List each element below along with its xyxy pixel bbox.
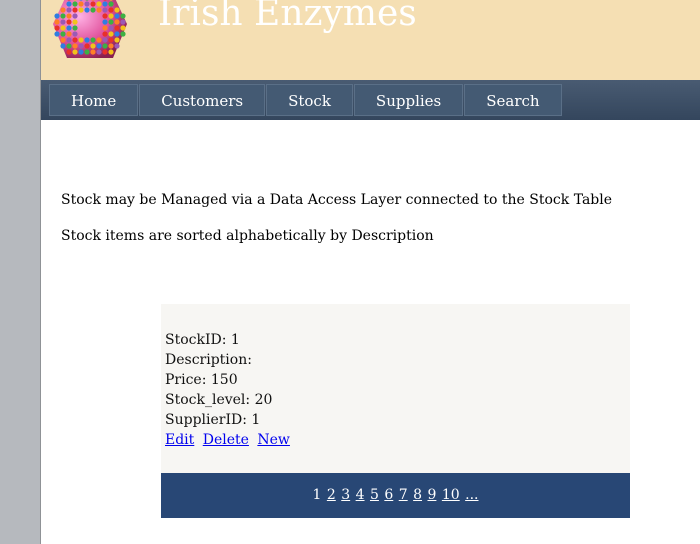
stock-record-panel: StockID: 1 Description: Price: 150 Stock… xyxy=(161,304,630,473)
pager-current-page: 1 xyxy=(312,487,322,503)
pager-link[interactable]: 3 xyxy=(341,487,350,503)
edit-link[interactable]: Edit xyxy=(165,432,194,448)
enzyme-logo xyxy=(53,0,127,58)
pager-link[interactable]: 5 xyxy=(370,487,379,503)
field-supplierid: SupplierID: 1 xyxy=(165,412,261,428)
left-frame-strip xyxy=(0,0,41,544)
intro-text-sorted: Stock items are sorted alphabetically by… xyxy=(61,228,434,244)
pager-link[interactable]: 8 xyxy=(413,487,422,503)
nav-home[interactable]: Home xyxy=(49,84,139,116)
nav-supplies[interactable]: Supplies xyxy=(353,84,464,116)
field-price: Price: 150 xyxy=(165,372,238,388)
pager-link[interactable]: 4 xyxy=(356,487,365,503)
field-stock-level: Stock_level: 20 xyxy=(165,392,273,408)
pager-link[interactable]: 7 xyxy=(399,487,408,503)
field-description: Description: xyxy=(165,352,252,368)
field-stockid: StockID: 1 xyxy=(165,332,240,348)
pager-more-link[interactable]: ... xyxy=(465,487,478,503)
site-header: Irish Enzymes xyxy=(41,0,700,80)
main-navbar: Home Customers Stock Supplies Search xyxy=(41,80,700,120)
pager-link[interactable]: 10 xyxy=(442,487,460,503)
new-link[interactable]: New xyxy=(257,432,290,448)
nav-stock[interactable]: Stock xyxy=(266,84,353,116)
nav-search[interactable]: Search xyxy=(464,84,562,116)
intro-text-managed: Stock may be Managed via a Data Access L… xyxy=(61,192,613,208)
site-title: Irish Enzymes xyxy=(158,0,417,34)
pager-link[interactable]: 2 xyxy=(327,487,336,503)
record-actions: Edit Delete New xyxy=(165,430,294,450)
pager-link[interactable]: 6 xyxy=(384,487,393,503)
pager-link[interactable]: 9 xyxy=(427,487,436,503)
pager: 1 2 3 4 5 6 7 8 9 10 ... xyxy=(161,473,630,518)
nav-customers[interactable]: Customers xyxy=(139,84,266,116)
delete-link[interactable]: Delete xyxy=(203,432,249,448)
